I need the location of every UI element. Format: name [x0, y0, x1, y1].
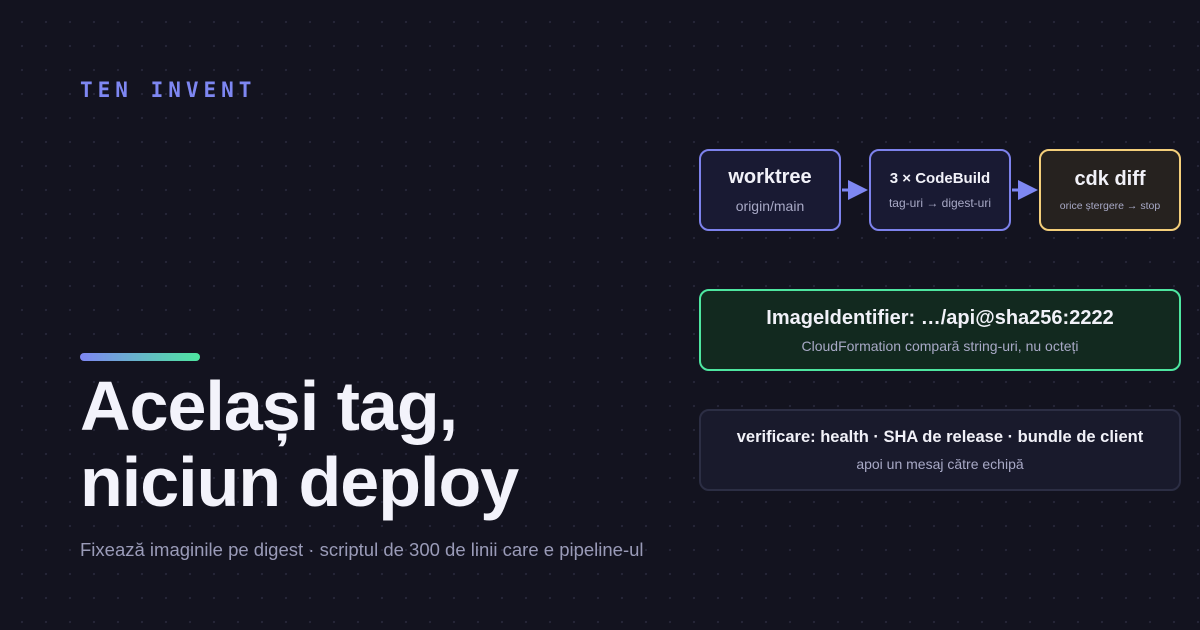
verification-title: verificare: health · SHA de release · bu… [736, 428, 1144, 446]
flow-step-worktree: worktree origin/main [699, 149, 841, 231]
arrow-right-icon [1012, 180, 1038, 200]
flow-step-cdk-diff: cdk diff orice ștergere → stop [1039, 149, 1181, 231]
headline-line-1: Același tag, [80, 367, 458, 445]
accent-bar [80, 353, 200, 361]
flow-step-title: cdk diff [1074, 168, 1146, 190]
headline: Același tag, niciun deploy [80, 367, 519, 521]
verification-card: verificare: health · SHA de release · bu… [699, 409, 1181, 491]
flow-step-title: 3 × CodeBuild [889, 170, 991, 187]
image-identifier-subtitle: CloudFormation compară string-uri, nu oc… [801, 337, 1079, 354]
verification-subtitle: apoi un mesaj către echipă [856, 456, 1024, 472]
flow-step-subtitle: tag-uri → digest-uri [888, 196, 992, 210]
image-identifier-card: ImageIdentifier: …/api@sha256:2222 Cloud… [699, 289, 1181, 371]
arrow-right-icon [842, 180, 868, 200]
headline-line-2: niciun deploy [80, 443, 519, 521]
brand-logo-text: TEN INVENT [80, 78, 257, 102]
flow-step-codebuild: 3 × CodeBuild tag-uri → digest-uri [869, 149, 1011, 231]
flow-step-subtitle: origin/main [735, 198, 805, 214]
flow-step-subtitle: orice ștergere → stop [1059, 200, 1161, 212]
flow-step-title: worktree [728, 166, 812, 188]
image-identifier-title: ImageIdentifier: …/api@sha256:2222 [766, 306, 1114, 329]
subtitle: Fixează imaginile pe digest · scriptul d… [80, 539, 644, 560]
